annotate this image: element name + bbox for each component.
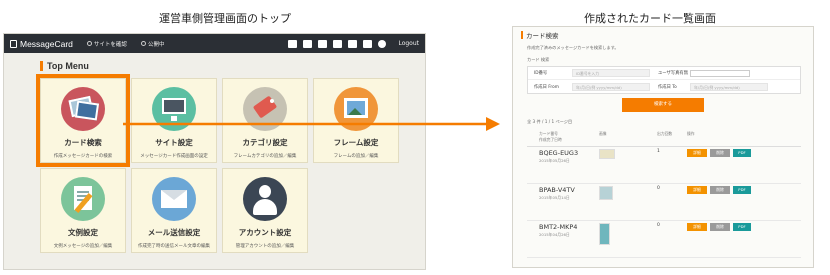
- search-form: ID番号 ID番号を入力 ユーザ写真有無 作成日 From 年/月/日(例 yy…: [527, 66, 801, 94]
- delete-button[interactable]: 削除: [710, 223, 730, 231]
- list-page-title: カード検索: [513, 27, 813, 42]
- card-code: BMT2-MKP4: [539, 223, 578, 231]
- delete-button[interactable]: 削除: [710, 186, 730, 194]
- search-section-label: カード 検索: [527, 57, 550, 62]
- date-from-input[interactable]: 年/月/日(例 yyyy/mm/dd): [572, 82, 650, 91]
- card-thumbnail[interactable]: [599, 186, 613, 200]
- result-count: 全 3 件 / 1 / 1 ページ目: [527, 119, 573, 124]
- output-count: 0: [657, 186, 660, 191]
- pdf-button[interactable]: PDF: [733, 186, 751, 194]
- card-date: 2015年05月26日: [539, 158, 570, 163]
- pdf-button[interactable]: PDF: [733, 223, 751, 231]
- date-from-label: 作成日 From: [534, 84, 559, 90]
- output-count: 1: [657, 149, 660, 154]
- detail-button[interactable]: 詳細: [687, 223, 707, 231]
- table-header: カード番号 作成完了日時 画像 出力回数 操作: [527, 129, 801, 147]
- card-list-screen: カード検索 作成完了済みのメッセージカードを検索します。 カード 検索 ID番号…: [512, 26, 814, 268]
- table-row: BPAB-V4TV 2015年05月14日 0 詳細 削除 PDF: [527, 184, 801, 221]
- card-date: 2015年05月14日: [539, 195, 570, 200]
- user-photo-select[interactable]: [690, 69, 750, 77]
- page-description: 作成完了済みのメッセージカードを検索します。: [527, 45, 619, 50]
- id-input[interactable]: ID番号を入力: [572, 69, 650, 77]
- output-count: 0: [657, 223, 660, 228]
- pdf-button[interactable]: PDF: [733, 149, 751, 157]
- date-to-input[interactable]: 年/月/日(例 yyyy/mm/dd): [690, 82, 768, 91]
- card-code: BQEG-EUG3: [539, 149, 579, 157]
- detail-button[interactable]: 詳細: [687, 186, 707, 194]
- delete-button[interactable]: 削除: [710, 149, 730, 157]
- id-label: ID番号: [534, 71, 548, 76]
- search-button[interactable]: 検索する: [622, 98, 704, 112]
- card-thumbnail[interactable]: [599, 223, 610, 245]
- table-row: BQEG-EUG3 2015年05月26日 1 詳細 削除 PDF: [527, 147, 801, 184]
- arrow-head: [486, 117, 500, 131]
- detail-button[interactable]: 詳細: [687, 149, 707, 157]
- card-code: BPAB-V4TV: [539, 186, 575, 194]
- table-row: BMT2-MKP4 2015年04月26日 0 詳細 削除 PDF: [527, 221, 801, 258]
- user-photo-label: ユーザ写真有無: [658, 71, 688, 76]
- card-date: 2015年04月26日: [539, 232, 570, 237]
- date-to-label: 作成日 To: [658, 84, 677, 90]
- card-table: カード番号 作成完了日時 画像 出力回数 操作 BQEG-EUG3 2015年05月…: [527, 129, 801, 258]
- card-thumbnail[interactable]: [599, 149, 615, 159]
